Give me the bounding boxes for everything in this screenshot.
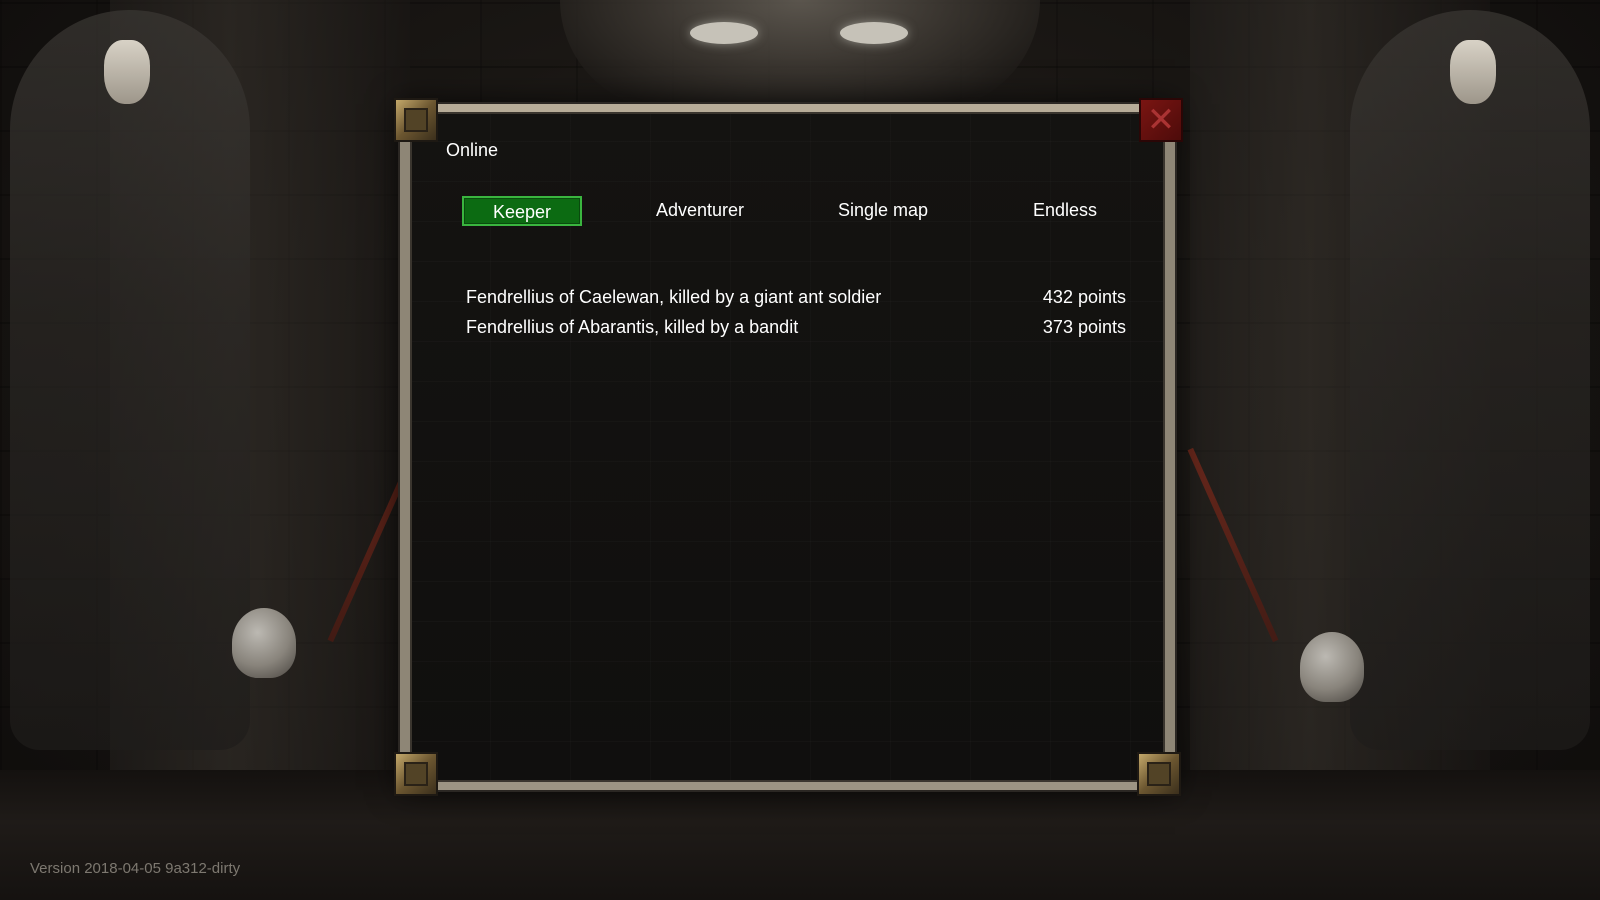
close-button[interactable]: ✕	[1139, 98, 1183, 142]
tab-single-map[interactable]: Single map	[823, 196, 943, 226]
frame-corner-bottom-right	[1137, 752, 1181, 796]
tab-endless[interactable]: Endless	[1005, 196, 1125, 226]
highscore-list: Fendrellius of Caelewan, killed by a gia…	[466, 282, 1126, 342]
tab-keeper[interactable]: Keeper	[462, 196, 582, 226]
close-icon: ✕	[1146, 100, 1176, 140]
list-item: Fendrellius of Abarantis, killed by a ba…	[466, 312, 1126, 342]
statue-skull-face-right	[1450, 40, 1496, 104]
hooded-statue-right	[1350, 10, 1590, 750]
dialog-title: Online	[446, 140, 499, 160]
statue-skull-face-left	[104, 40, 150, 104]
skull-left	[232, 608, 296, 678]
version-label: Version 2018-04-05 9a312-dirty	[30, 860, 241, 877]
stone-mask-carving	[560, 0, 1040, 110]
mask-eye-left	[690, 22, 758, 44]
hooded-statue-left	[10, 10, 250, 750]
score-entry-name: Fendrellius of Abarantis, killed by a ba…	[466, 317, 799, 337]
score-entry-points: 432 points	[1042, 287, 1126, 307]
tab-adventurer[interactable]: Adventurer	[640, 196, 760, 226]
frame-corner-top-left	[394, 98, 438, 142]
list-item: Fendrellius of Caelewan, killed by a gia…	[466, 282, 1126, 312]
skull-right	[1300, 632, 1364, 702]
score-entry-points: 373 points	[1042, 317, 1126, 337]
frame-corner-bottom-left	[394, 752, 438, 796]
game-screen: ✕ Online Keeper Adventurer Single map En…	[0, 0, 1600, 900]
online-highscores-dialog: ✕ Online Keeper Adventurer Single map En…	[394, 98, 1183, 796]
mask-eye-right	[840, 22, 908, 44]
score-entry-name: Fendrellius of Caelewan, killed by a gia…	[466, 287, 882, 307]
game-mode-tabs: Keeper Adventurer Single map Endless	[460, 196, 1140, 226]
